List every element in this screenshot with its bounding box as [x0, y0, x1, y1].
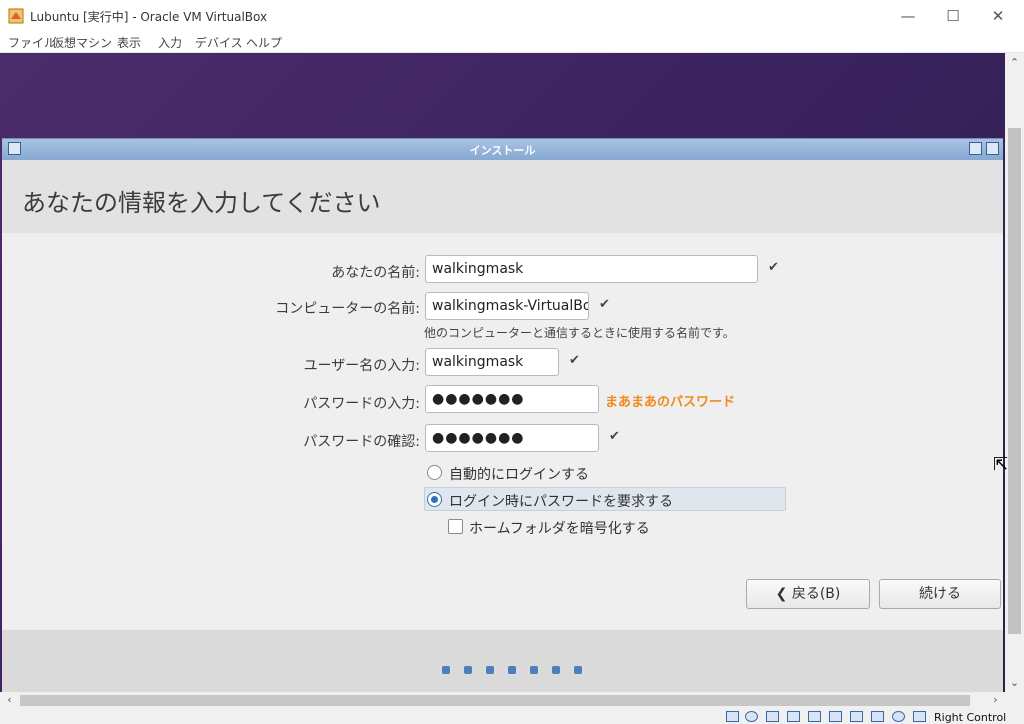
require-password-radio[interactable] [427, 492, 442, 507]
menu-devices[interactable]: デバイス [195, 34, 243, 51]
optical-drive-icon[interactable] [745, 711, 758, 722]
username-field[interactable]: walkingmask [425, 348, 559, 376]
name-field[interactable]: walkingmask [425, 255, 758, 283]
password-strength: まあまあのパスワード [605, 395, 736, 410]
menu-input[interactable]: 入力 [158, 34, 182, 51]
keyboard-capture-icon[interactable] [913, 711, 926, 722]
back-button-label: 戻る(B) [791, 586, 841, 602]
computer-name-checkmark-icon: ✔ [599, 297, 610, 312]
auto-login-label[interactable]: 自動的にログインする [449, 464, 589, 484]
dialog-maximize-icon[interactable] [986, 142, 999, 155]
display-icon[interactable] [829, 711, 842, 722]
progress-dot [464, 666, 472, 674]
progress-dot [552, 666, 560, 674]
back-button[interactable]: ❮ 戻る(B) [746, 579, 870, 609]
minimize-icon[interactable]: — [886, 4, 930, 28]
password-label: パスワードの入力: [303, 396, 420, 412]
installer-dialog: インストール あなたの情報を入力してください あなたの名前: walkingma… [2, 138, 1003, 692]
encrypt-home-checkbox[interactable] [448, 519, 463, 534]
mouse-cursor-icon: ⇱ [993, 454, 1009, 475]
hard-disk-icon[interactable] [726, 711, 739, 722]
continue-button[interactable]: 続ける [879, 579, 1001, 609]
scroll-up-arrow-icon[interactable]: ⌃ [1005, 56, 1024, 69]
confirm-password-field[interactable]: ●●●●●●● [425, 424, 599, 452]
progress-dot [508, 666, 516, 674]
footer-band [2, 630, 1003, 692]
progress-dot [486, 666, 494, 674]
name-checkmark-icon: ✔ [768, 260, 779, 275]
progress-dot [530, 666, 538, 674]
encrypt-home-label[interactable]: ホームフォルダを暗号化する [469, 518, 650, 538]
vm-display[interactable]: インストール あなたの情報を入力してください あなたの名前: walkingma… [0, 53, 1005, 692]
menu-machine[interactable]: 仮想マシン [52, 34, 112, 51]
progress-dot [442, 666, 450, 674]
mouse-integration-icon[interactable] [892, 711, 905, 722]
menu-view[interactable]: 表示 [117, 34, 141, 51]
confirm-checkmark-icon: ✔ [609, 429, 620, 444]
vertical-scroll-thumb[interactable] [1008, 128, 1021, 634]
video-capture-icon[interactable] [850, 711, 863, 722]
dialog-minimize-icon[interactable] [969, 142, 982, 155]
computer-name-field[interactable]: walkingmask-VirtualBox [425, 292, 589, 320]
dialog-title: インストール [469, 144, 536, 157]
cpu-icon[interactable] [871, 711, 884, 722]
scroll-right-arrow-icon[interactable]: › [986, 693, 1005, 706]
scroll-down-arrow-icon[interactable]: ⌄ [1005, 676, 1024, 689]
computer-name-hint: 他のコンピューターと通信するときに使用する名前です。 [424, 326, 735, 340]
auto-login-radio[interactable] [427, 465, 442, 480]
menu-file[interactable]: ファイル [8, 34, 56, 51]
usb-icon[interactable] [787, 711, 800, 722]
progress-dot [574, 666, 582, 674]
menu-help[interactable]: ヘルプ [246, 34, 282, 51]
page-title: あなたの情報を入力してください [22, 189, 381, 217]
name-label: あなたの名前: [331, 265, 420, 281]
menu-bar [0, 32, 1024, 53]
computer-name-label: コンピューターの名前: [275, 301, 420, 317]
require-password-label[interactable]: ログイン時にパスワードを要求する [449, 491, 673, 511]
window-title: Lubuntu [実行中] - Oracle VM VirtualBox [30, 10, 268, 24]
shared-folder-icon[interactable] [808, 711, 821, 722]
back-arrow-icon: ❮ [775, 586, 788, 602]
host-key-label: Right Control [934, 711, 1007, 724]
close-icon[interactable]: ✕ [976, 4, 1020, 28]
maximize-icon[interactable]: ☐ [931, 4, 975, 28]
scroll-left-arrow-icon[interactable]: ‹ [0, 693, 19, 706]
network-icon[interactable] [766, 711, 779, 722]
virtualbox-app-icon [8, 8, 24, 24]
confirm-password-label: パスワードの確認: [303, 434, 420, 450]
horizontal-scroll-thumb[interactable] [20, 695, 970, 706]
username-checkmark-icon: ✔ [569, 353, 580, 368]
password-field[interactable]: ●●●●●●● [425, 385, 599, 413]
username-label: ユーザー名の入力: [303, 358, 420, 374]
